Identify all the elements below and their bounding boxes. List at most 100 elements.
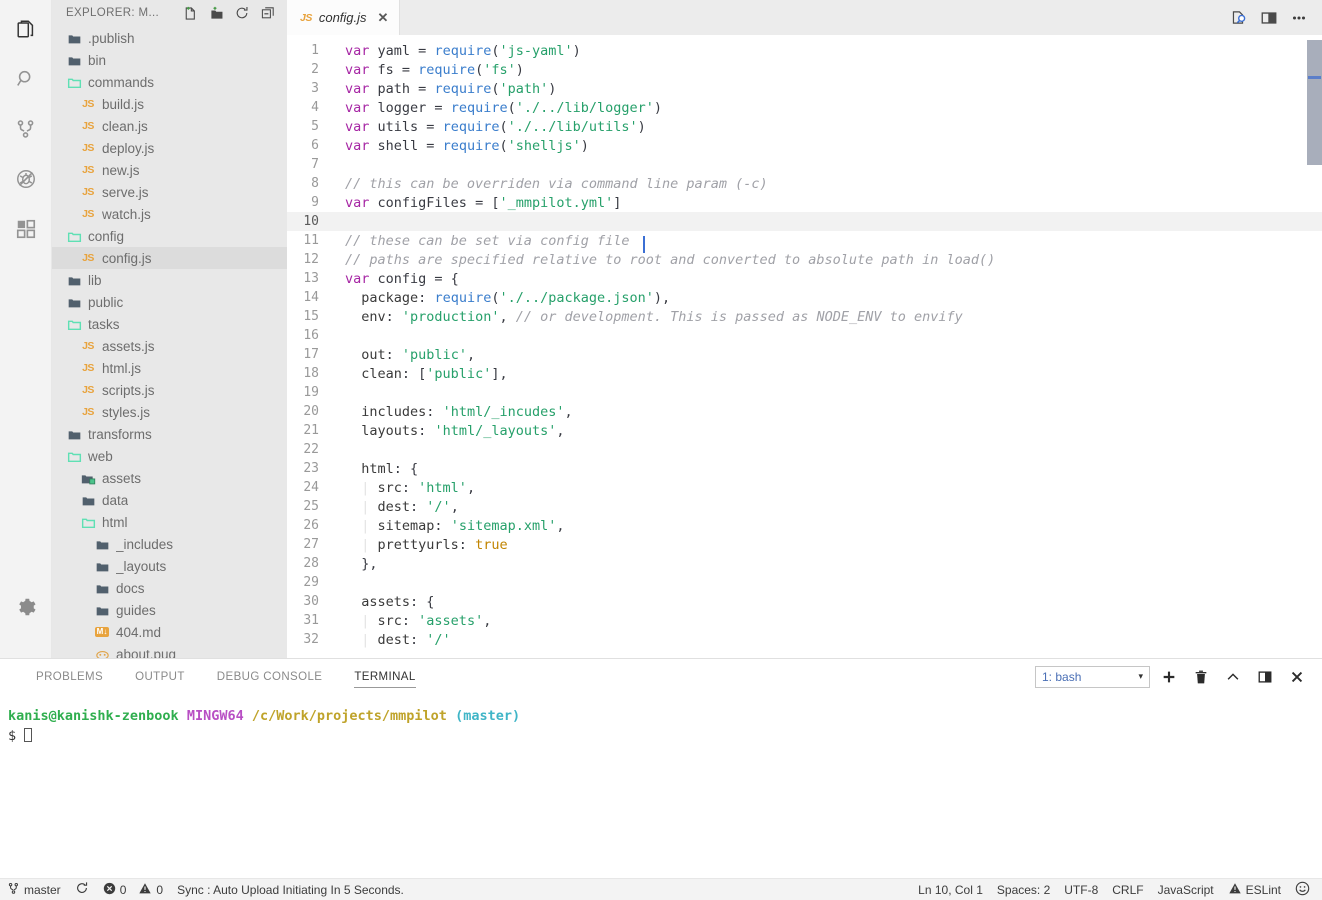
code-line[interactable]: 18 clean: ['public'], <box>287 364 1322 383</box>
trash-icon[interactable] <box>1188 664 1214 690</box>
tree-item-scripts-js[interactable]: JS scripts.js <box>52 379 287 401</box>
code-line[interactable]: 25 | dest: '/', <box>287 497 1322 516</box>
file-tree[interactable]: .publish bin commands JS build.js JS clean.js J… <box>52 26 287 658</box>
tree-item-404-md[interactable]: M↓ 404.md <box>52 621 287 643</box>
tree-item-tasks[interactable]: tasks <box>52 313 287 335</box>
code-line[interactable]: 8 // this can be overriden via command li… <box>287 174 1322 193</box>
tree-item-deploy-js[interactable]: JS deploy.js <box>52 137 287 159</box>
code-line[interactable]: 32 | dest: '/' <box>287 630 1322 649</box>
tree-item-html-js[interactable]: JS html.js <box>52 357 287 379</box>
tree-item--publish[interactable]: .publish <box>52 27 287 49</box>
status-sync[interactable] <box>68 879 96 900</box>
editor-vertical-scrollbar[interactable] <box>1307 40 1322 165</box>
tree-item-web[interactable]: web <box>52 445 287 467</box>
panel-tab-output[interactable]: OUTPUT <box>119 659 201 694</box>
tree-item-new-js[interactable]: JS new.js <box>52 159 287 181</box>
tree-item-docs[interactable]: docs <box>52 577 287 599</box>
status-sync-message[interactable]: Sync : Auto Upload Initiating In 5 Secon… <box>170 879 411 900</box>
code-line[interactable]: 14 package: require('./../package.json')… <box>287 288 1322 307</box>
status-eol[interactable]: CRLF <box>1105 879 1150 900</box>
code-line[interactable]: 5 var utils = require('./../lib/utils') <box>287 117 1322 136</box>
tree-item-lib[interactable]: lib <box>52 269 287 291</box>
code-line[interactable]: 9 var configFiles = ['_mmpilot.yml'] <box>287 193 1322 212</box>
code-line[interactable]: 17 out: 'public', <box>287 345 1322 364</box>
code-line[interactable]: 23 html: { <box>287 459 1322 478</box>
new-folder-icon[interactable] <box>203 0 229 26</box>
terminal-output[interactable]: kanis@kanishk-zenbook MINGW64 /c/Work/pr… <box>0 694 1322 878</box>
status-branch[interactable]: master <box>0 879 68 900</box>
tree-item-serve-js[interactable]: JS serve.js <box>52 181 287 203</box>
tree-item--layouts[interactable]: _layouts <box>52 555 287 577</box>
editor-tab-config-js[interactable]: JS config.js ✕ <box>287 0 401 35</box>
status-language-mode[interactable]: JavaScript <box>1151 879 1221 900</box>
tree-item-clean-js[interactable]: JS clean.js <box>52 115 287 137</box>
code-line[interactable]: 27 | prettyurls: true <box>287 535 1322 554</box>
tree-item-public[interactable]: public <box>52 291 287 313</box>
code-line[interactable]: 1 var yaml = require('js-yaml') <box>287 41 1322 60</box>
terminal-select[interactable]: 1: bash ▾ <box>1035 665 1150 688</box>
code-line[interactable]: 26 | sitemap: 'sitemap.xml', <box>287 516 1322 535</box>
code-line[interactable]: 10 <box>287 212 1322 231</box>
close-icon[interactable]: ✕ <box>378 10 389 26</box>
status-feedback[interactable] <box>1288 879 1322 900</box>
activity-item-search[interactable] <box>0 56 52 106</box>
status-eslint[interactable]: ESLint <box>1221 879 1288 900</box>
preview-icon[interactable] <box>1226 5 1252 31</box>
chevron-up-icon[interactable] <box>1220 664 1246 690</box>
code-line[interactable]: 6 var shell = require('shelljs') <box>287 136 1322 155</box>
activity-item-debug[interactable] <box>0 156 52 206</box>
split-panel-icon[interactable] <box>1252 664 1278 690</box>
refresh-icon[interactable] <box>229 0 255 26</box>
tree-item-build-js[interactable]: JS build.js <box>52 93 287 115</box>
code-line[interactable]: 16 <box>287 326 1322 345</box>
code-line[interactable]: 2 var fs = require('fs') <box>287 60 1322 79</box>
close-icon[interactable] <box>1284 664 1310 690</box>
activity-item-settings[interactable] <box>0 584 52 634</box>
tree-item-commands[interactable]: commands <box>52 71 287 93</box>
split-editor-icon[interactable] <box>1256 5 1282 31</box>
code-line[interactable]: 12 // paths are specified relative to roo… <box>287 250 1322 269</box>
tree-item-data[interactable]: data <box>52 489 287 511</box>
activity-item-extensions[interactable] <box>0 206 52 256</box>
status-cursor-position[interactable]: Ln 10, Col 1 <box>911 879 990 900</box>
plus-icon[interactable] <box>1156 664 1182 690</box>
tree-item-transforms[interactable]: transforms <box>52 423 287 445</box>
status-problems[interactable]: 0 0 <box>96 879 170 900</box>
collapse-all-icon[interactable] <box>255 0 281 26</box>
code-line[interactable]: 13 var config = { <box>287 269 1322 288</box>
code-line[interactable]: 4 var logger = require('./../lib/logger') <box>287 98 1322 117</box>
tree-item-guides[interactable]: guides <box>52 599 287 621</box>
tree-item-assets-js[interactable]: JS assets.js <box>52 335 287 357</box>
code-line[interactable]: 7 <box>287 155 1322 174</box>
code-line[interactable]: 21 layouts: 'html/_layouts', <box>287 421 1322 440</box>
tree-item-watch-js[interactable]: JS watch.js <box>52 203 287 225</box>
status-encoding[interactable]: UTF-8 <box>1057 879 1105 900</box>
code-line[interactable]: 11 // these can be set via config file <box>287 231 1322 250</box>
ellipsis-icon[interactable] <box>1286 5 1312 31</box>
tree-item-styles-js[interactable]: JS styles.js <box>52 401 287 423</box>
panel-tab-debug-console[interactable]: DEBUG CONSOLE <box>201 659 339 694</box>
tree-item-about-pug[interactable]: about.pug <box>52 643 287 658</box>
code-line[interactable]: 3 var path = require('path') <box>287 79 1322 98</box>
activity-item-source-control[interactable] <box>0 106 52 156</box>
code-line[interactable]: 20 includes: 'html/_incudes', <box>287 402 1322 421</box>
new-file-icon[interactable] <box>177 0 203 26</box>
tree-item-assets[interactable]: assets <box>52 467 287 489</box>
tree-item--includes[interactable]: _includes <box>52 533 287 555</box>
panel-tab-terminal[interactable]: TERMINAL <box>338 659 431 694</box>
code-line[interactable]: 22 <box>287 440 1322 459</box>
code-line[interactable]: 19 <box>287 383 1322 402</box>
tree-item-config[interactable]: config <box>52 225 287 247</box>
code-line[interactable]: 30 assets: { <box>287 592 1322 611</box>
tree-item-config-js[interactable]: JS config.js <box>52 247 287 270</box>
code-line[interactable]: 24 | src: 'html', <box>287 478 1322 497</box>
panel-tab-problems[interactable]: PROBLEMS <box>20 659 119 694</box>
tree-item-bin[interactable]: bin <box>52 49 287 71</box>
code-line[interactable]: 15 env: 'production', // or development.… <box>287 307 1322 326</box>
code-line[interactable]: 29 <box>287 573 1322 592</box>
activity-item-explorer[interactable] <box>0 6 52 56</box>
status-indentation[interactable]: Spaces: 2 <box>990 879 1057 900</box>
code-editor[interactable]: 1 var yaml = require('js-yaml') 2 var fs = … <box>287 35 1322 658</box>
code-line[interactable]: 31 | src: 'assets', <box>287 611 1322 630</box>
tree-item-html[interactable]: html <box>52 511 287 533</box>
